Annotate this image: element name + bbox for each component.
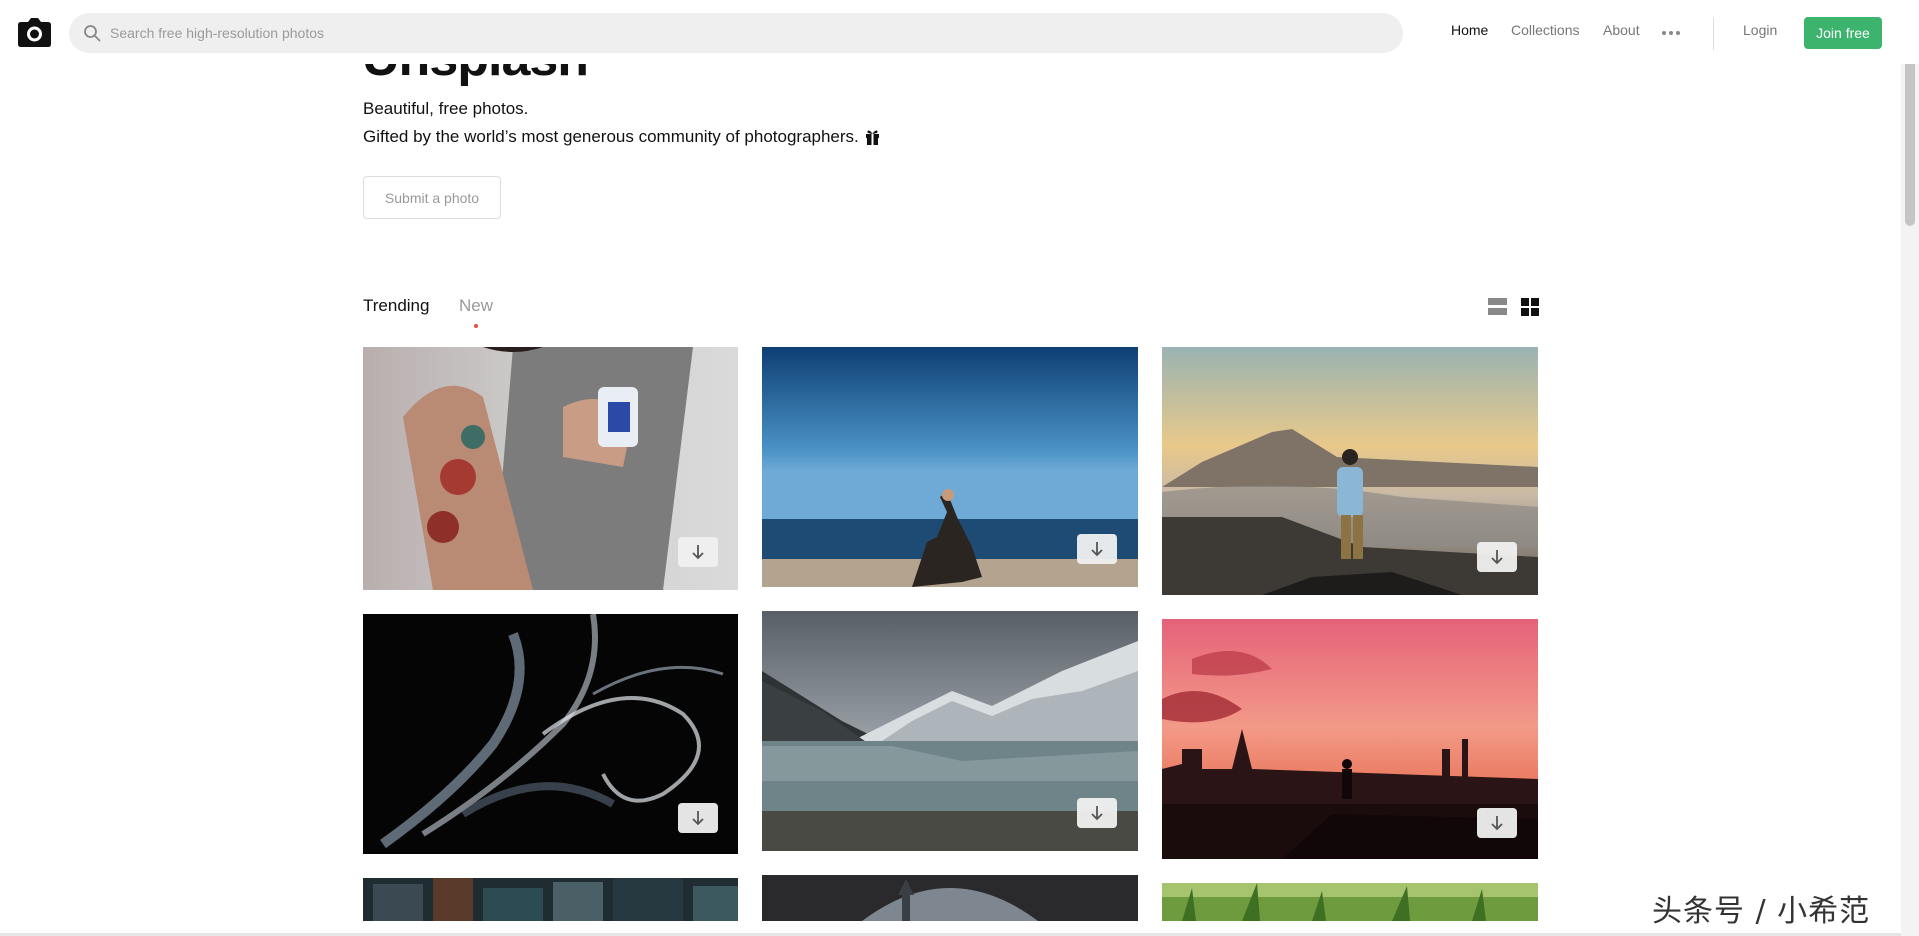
tab-new[interactable]: New bbox=[459, 296, 493, 316]
photo-city-pink-sunset[interactable] bbox=[1162, 619, 1538, 859]
photo-snowy-mountain-lake[interactable] bbox=[762, 611, 1138, 851]
photo-man-mountain-sunset[interactable] bbox=[1162, 347, 1538, 595]
nav-about-link[interactable]: About bbox=[1603, 22, 1640, 38]
download-button[interactable] bbox=[678, 537, 718, 567]
new-indicator-dot bbox=[474, 324, 478, 328]
more-options-icon[interactable] bbox=[1662, 24, 1684, 42]
download-arrow-icon bbox=[1091, 806, 1103, 821]
download-arrow-icon bbox=[1491, 550, 1503, 565]
photo-tattoo-mug[interactable] bbox=[363, 347, 738, 590]
scrollbar-thumb[interactable] bbox=[1905, 36, 1915, 226]
submit-photo-button[interactable]: Submit a photo bbox=[363, 176, 501, 219]
photo-arch-church[interactable] bbox=[762, 875, 1138, 921]
download-button[interactable] bbox=[1077, 534, 1117, 564]
gift-icon bbox=[865, 130, 879, 145]
join-free-button[interactable]: Join free bbox=[1804, 17, 1882, 49]
nav-home-link[interactable]: Home bbox=[1451, 22, 1488, 38]
grid-view-icon[interactable] bbox=[1521, 298, 1540, 316]
list-view-icon[interactable] bbox=[1488, 298, 1507, 316]
search-input[interactable] bbox=[110, 22, 1380, 44]
tagline-line-2: Gifted by the world’s most generous comm… bbox=[363, 127, 880, 147]
photo-city-street[interactable] bbox=[363, 878, 738, 921]
tagline-line-2-text: Gifted by the world’s most generous comm… bbox=[363, 127, 859, 146]
download-button[interactable] bbox=[1077, 798, 1117, 828]
search-icon bbox=[84, 25, 101, 42]
login-link[interactable]: Login bbox=[1743, 22, 1777, 38]
tagline-line-1: Beautiful, free photos. bbox=[363, 99, 529, 118]
photo-grass-image bbox=[1162, 883, 1538, 921]
photo-arch-church-image bbox=[762, 875, 1138, 921]
vertical-scrollbar[interactable] bbox=[1901, 0, 1919, 936]
photo-grass[interactable] bbox=[1162, 883, 1538, 921]
download-arrow-icon bbox=[692, 545, 704, 560]
download-arrow-icon bbox=[1491, 816, 1503, 831]
camera-logo-icon[interactable] bbox=[18, 17, 51, 47]
photo-yoga-sea[interactable] bbox=[762, 347, 1138, 587]
search-bar[interactable] bbox=[69, 13, 1403, 53]
tab-trending[interactable]: Trending bbox=[363, 296, 429, 316]
photo-smoke[interactable] bbox=[363, 614, 738, 854]
nav-divider bbox=[1713, 18, 1714, 50]
download-button[interactable] bbox=[678, 803, 718, 833]
watermark-text: 头条号 / 小希范 bbox=[1652, 894, 1871, 929]
top-navbar: Home Collections About Login Join free bbox=[0, 0, 1919, 64]
download-arrow-icon bbox=[1091, 542, 1103, 557]
download-button[interactable] bbox=[1477, 542, 1517, 572]
nav-collections-link[interactable]: Collections bbox=[1511, 22, 1579, 38]
download-arrow-icon bbox=[692, 811, 704, 826]
download-button[interactable] bbox=[1477, 808, 1517, 838]
photo-city-street-image bbox=[363, 878, 738, 921]
